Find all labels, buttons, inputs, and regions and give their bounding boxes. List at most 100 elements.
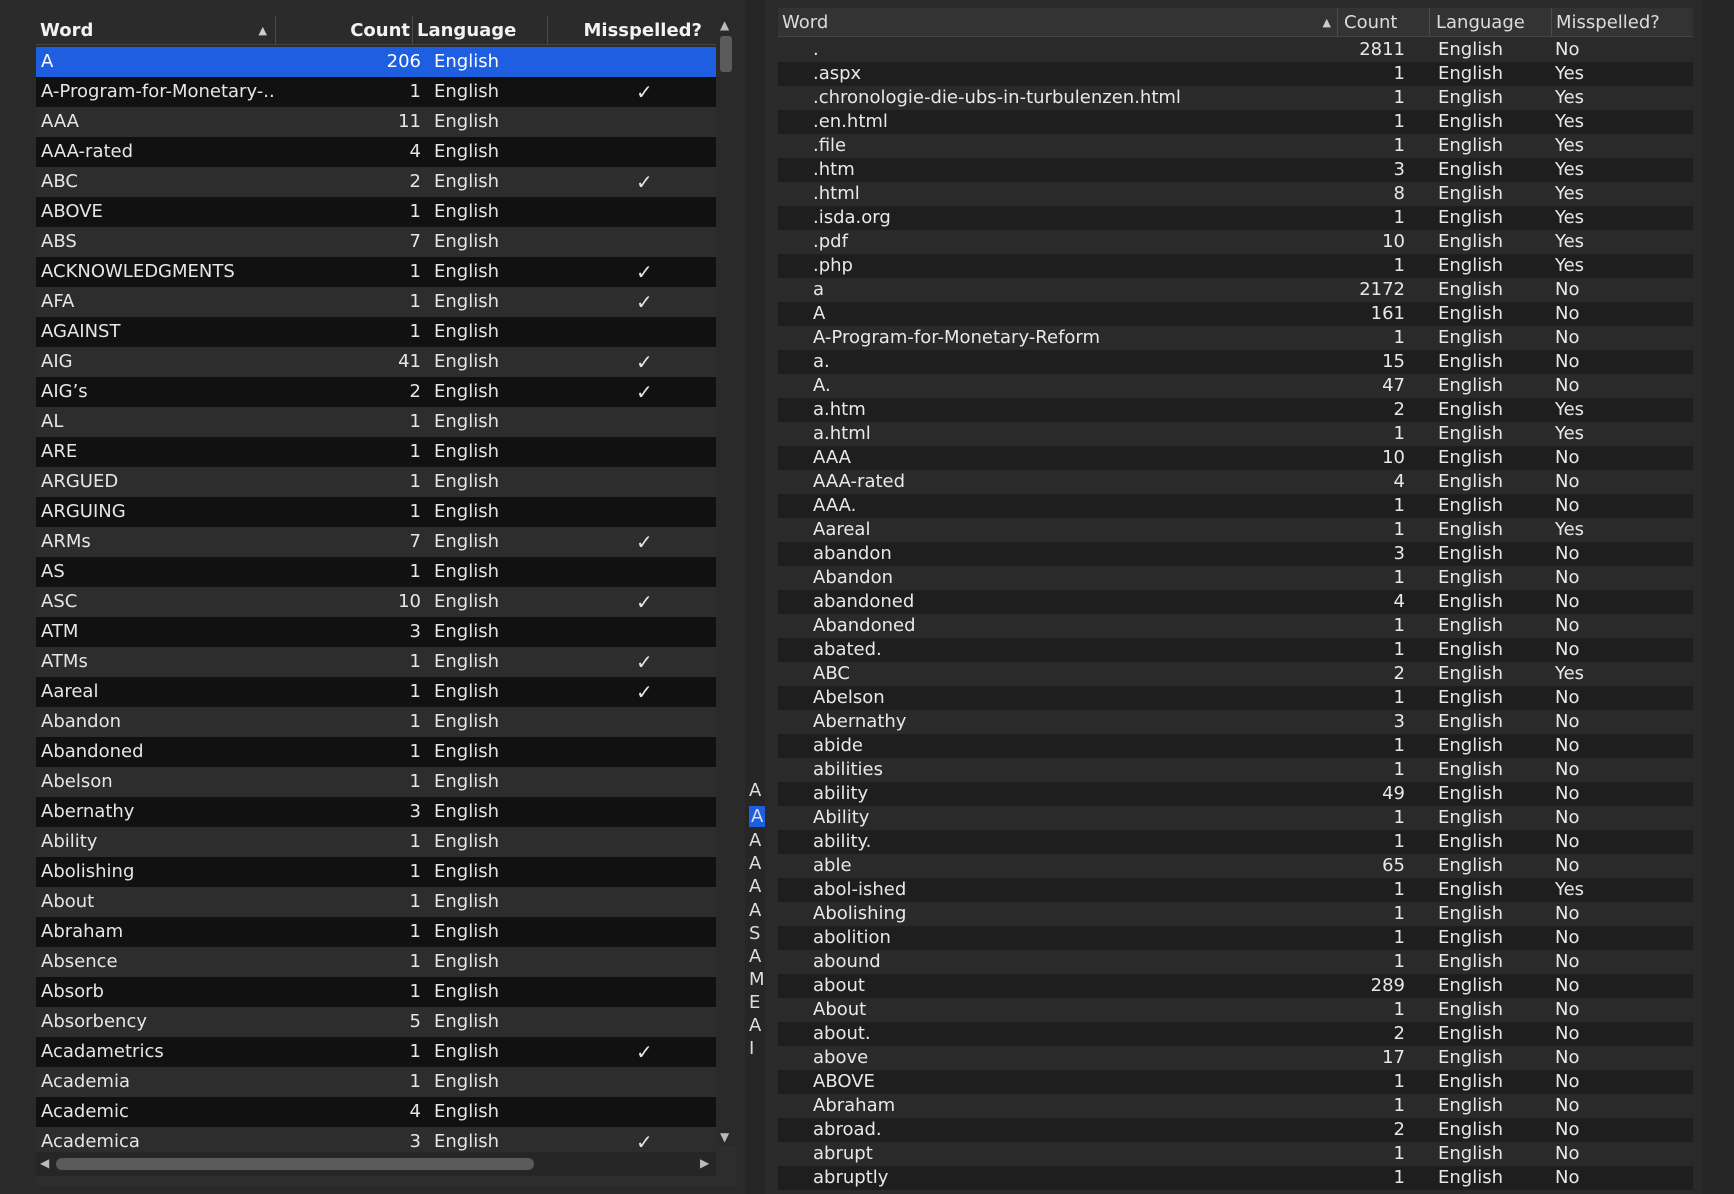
partial-list-item[interactable]: A xyxy=(749,946,761,967)
table-row[interactable]: ATMs 1 English ✓ xyxy=(36,647,716,677)
table-row[interactable]: AS 1 English xyxy=(36,557,716,587)
right-column-header-word[interactable]: Word ▲ xyxy=(778,8,1338,36)
table-row[interactable]: Abraham 1 English No xyxy=(778,1094,1693,1118)
table-row[interactable]: Abolishing 1 English No xyxy=(778,902,1693,926)
table-row[interactable]: ABC 2 English Yes xyxy=(778,662,1693,686)
table-row[interactable]: ARMs 7 English ✓ xyxy=(36,527,716,557)
table-row[interactable]: ability. 1 English No xyxy=(778,830,1693,854)
left-vertical-scrollbar[interactable]: ▲ ▼ xyxy=(716,16,736,1146)
table-row[interactable]: A-Program-for-Monetary-... 1 English ✓ xyxy=(36,77,716,107)
table-row[interactable]: Abandoned 1 English No xyxy=(778,614,1693,638)
table-row[interactable]: abandon 3 English No xyxy=(778,542,1693,566)
table-row[interactable]: Abandon 1 English No xyxy=(778,566,1693,590)
partial-list-item[interactable]: M xyxy=(749,969,765,990)
table-row[interactable]: abated. 1 English No xyxy=(778,638,1693,662)
table-row[interactable]: AAA 11 English xyxy=(36,107,716,137)
table-row[interactable]: Academic 4 English xyxy=(36,1097,716,1127)
table-row[interactable]: A 206 English xyxy=(36,47,716,77)
table-row[interactable]: Absence 1 English xyxy=(36,947,716,977)
table-row[interactable]: About 1 English No xyxy=(778,998,1693,1022)
table-row[interactable]: About 1 English xyxy=(36,887,716,917)
table-row[interactable]: ABC 2 English ✓ xyxy=(36,167,716,197)
left-vertical-scroll-thumb[interactable] xyxy=(720,36,732,72)
right-column-header-count[interactable]: Count xyxy=(1338,8,1430,36)
table-row[interactable]: AGAINST 1 English xyxy=(36,317,716,347)
table-row[interactable]: Ability 1 English No xyxy=(778,806,1693,830)
scroll-up-arrow-icon[interactable]: ▲ xyxy=(720,18,729,32)
partial-list-item[interactable]: A xyxy=(749,853,761,874)
table-row[interactable]: Abernathy 3 English xyxy=(36,797,716,827)
table-row[interactable]: .chronologie-die-ubs-in-turbulenzen.html… xyxy=(778,86,1693,110)
table-row[interactable]: AIG’s 2 English ✓ xyxy=(36,377,716,407)
table-row[interactable]: abilities 1 English No xyxy=(778,758,1693,782)
table-row[interactable]: .aspx 1 English Yes xyxy=(778,62,1693,86)
right-column-header-language[interactable]: Language xyxy=(1430,8,1552,36)
table-row[interactable]: .file 1 English Yes xyxy=(778,134,1693,158)
table-row[interactable]: about 289 English No xyxy=(778,974,1693,998)
table-row[interactable]: about. 2 English No xyxy=(778,1022,1693,1046)
table-row[interactable]: a.html 1 English Yes xyxy=(778,422,1693,446)
scroll-down-arrow-icon[interactable]: ▼ xyxy=(720,1130,729,1144)
table-row[interactable]: Abelson 1 English xyxy=(36,767,716,797)
partial-list-item[interactable]: A xyxy=(749,780,761,801)
partial-list-item[interactable]: E xyxy=(749,992,760,1013)
table-row[interactable]: .php 1 English Yes xyxy=(778,254,1693,278)
table-row[interactable]: abrupt 1 English No xyxy=(778,1142,1693,1166)
table-row[interactable]: ABOVE 1 English No xyxy=(778,1070,1693,1094)
table-row[interactable]: .htm 3 English Yes xyxy=(778,158,1693,182)
table-row[interactable]: AAA-rated 4 English No xyxy=(778,470,1693,494)
table-row[interactable]: Absorbency 5 English xyxy=(36,1007,716,1037)
table-row[interactable]: able 65 English No xyxy=(778,854,1693,878)
right-column-header-misspelled[interactable]: Misspelled? xyxy=(1552,8,1693,36)
table-row[interactable]: a. 15 English No xyxy=(778,350,1693,374)
column-header-count[interactable]: Count xyxy=(276,16,413,44)
table-row[interactable]: Abelson 1 English No xyxy=(778,686,1693,710)
table-row[interactable]: abide 1 English No xyxy=(778,734,1693,758)
left-horizontal-scroll-thumb[interactable] xyxy=(56,1158,534,1170)
table-row[interactable]: ABS 7 English xyxy=(36,227,716,257)
partial-list-item[interactable]: S xyxy=(749,923,760,944)
table-row[interactable]: AFA 1 English ✓ xyxy=(36,287,716,317)
table-row[interactable]: Absorb 1 English xyxy=(36,977,716,1007)
table-row[interactable]: abruptly 1 English No xyxy=(778,1166,1693,1190)
scroll-right-arrow-icon[interactable]: ▶ xyxy=(700,1156,709,1170)
table-row[interactable]: .pdf 10 English Yes xyxy=(778,230,1693,254)
table-row[interactable]: ASC 10 English ✓ xyxy=(36,587,716,617)
table-row[interactable]: Ability 1 English xyxy=(36,827,716,857)
table-row[interactable]: AAA 10 English No xyxy=(778,446,1693,470)
table-row[interactable]: ACKNOWLEDGMENTS 1 English ✓ xyxy=(36,257,716,287)
table-row[interactable]: ABOVE 1 English xyxy=(36,197,716,227)
table-row[interactable]: A-Program-for-Monetary-Reform 1 English No xyxy=(778,326,1693,350)
table-row[interactable]: Abandon 1 English xyxy=(36,707,716,737)
column-header-misspelled[interactable]: Misspelled? xyxy=(548,16,716,44)
table-row[interactable]: a 2172 English No xyxy=(778,278,1693,302)
table-row[interactable]: a.htm 2 English Yes xyxy=(778,398,1693,422)
table-row[interactable]: abound 1 English No xyxy=(778,950,1693,974)
table-row[interactable]: ARGUED 1 English xyxy=(36,467,716,497)
table-row[interactable]: A 161 English No xyxy=(778,302,1693,326)
table-row[interactable]: AAA-rated 4 English xyxy=(36,137,716,167)
table-row[interactable]: .html 8 English Yes xyxy=(778,182,1693,206)
table-row[interactable]: Aareal 1 English ✓ xyxy=(36,677,716,707)
scroll-left-arrow-icon[interactable]: ◀ xyxy=(40,1156,49,1170)
table-row[interactable]: .isda.org 1 English Yes xyxy=(778,206,1693,230)
table-row[interactable]: ARGUING 1 English xyxy=(36,497,716,527)
table-row[interactable]: Academia 1 English xyxy=(36,1067,716,1097)
partial-list-item[interactable]: I xyxy=(749,1038,754,1059)
table-row[interactable]: abol-ished 1 English Yes xyxy=(778,878,1693,902)
table-row[interactable]: Acadametrics 1 English ✓ xyxy=(36,1037,716,1067)
partial-list-item[interactable]: A xyxy=(749,1015,761,1036)
table-row[interactable]: A. 47 English No xyxy=(778,374,1693,398)
table-row[interactable]: .en.html 1 English Yes xyxy=(778,110,1693,134)
table-row[interactable]: abolition 1 English No xyxy=(778,926,1693,950)
table-row[interactable]: ARE 1 English xyxy=(36,437,716,467)
table-row[interactable]: Abandoned 1 English xyxy=(36,737,716,767)
left-horizontal-scrollbar[interactable]: ◀ ▶ xyxy=(36,1152,716,1176)
table-row[interactable]: AIG 41 English ✓ xyxy=(36,347,716,377)
table-row[interactable]: abroad. 2 English No xyxy=(778,1118,1693,1142)
partial-list-item[interactable]: A xyxy=(749,876,761,897)
table-row[interactable]: ATM 3 English xyxy=(36,617,716,647)
table-row[interactable]: Abraham 1 English xyxy=(36,917,716,947)
table-row[interactable]: above 17 English No xyxy=(778,1046,1693,1070)
partial-list-item[interactable]: A xyxy=(749,900,761,921)
